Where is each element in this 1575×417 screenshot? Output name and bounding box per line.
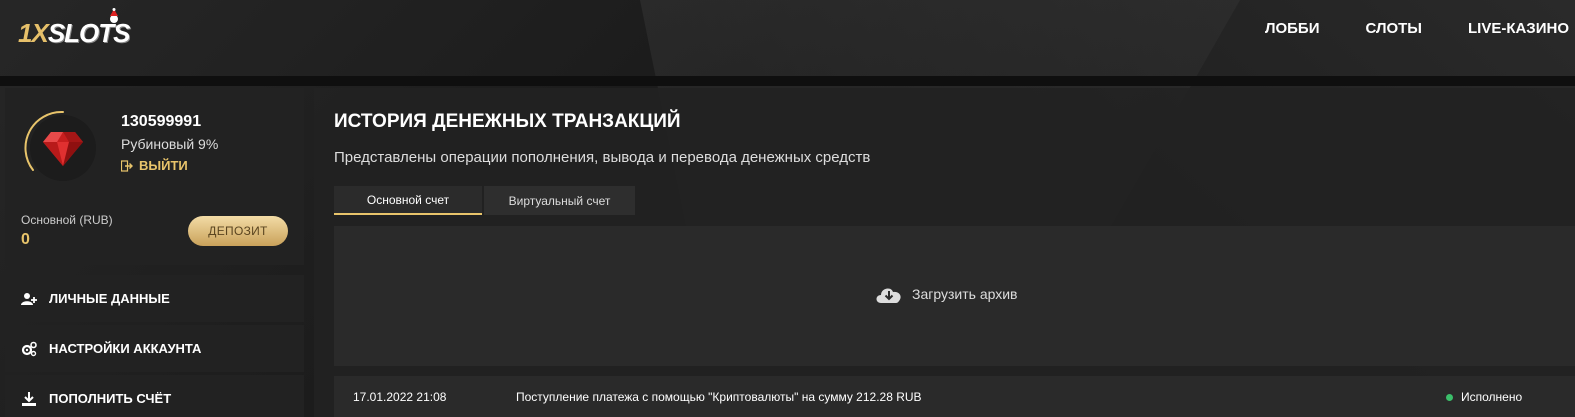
table-row[interactable]: 17.01.2022 21:08 Поступление платежа с п… bbox=[334, 376, 1575, 417]
sidebar-item-label: ПОПОЛНИТЬ СЧЁТ bbox=[49, 391, 172, 406]
logout-label: ВЫЙТИ bbox=[139, 158, 188, 173]
status-dot-icon bbox=[1446, 393, 1453, 401]
transaction-status: Исполнено bbox=[1461, 390, 1523, 404]
archive-panel: Загрузить архив bbox=[334, 226, 1575, 366]
sidebar-item-deposit[interactable]: ПОПОЛНИТЬ СЧЁТ bbox=[5, 375, 304, 417]
header-divider bbox=[0, 76, 1575, 86]
page-title: ИСТОРИЯ ДЕНЕЖНЫХ ТРАНЗАКЦИЙ bbox=[334, 111, 681, 132]
user-add-icon bbox=[21, 292, 37, 305]
sidebar-item-personal-data[interactable]: ЛИЧНЫЕ ДАННЫЕ bbox=[5, 275, 304, 322]
logo-prefix: 1X bbox=[18, 17, 49, 48]
santa-hat-icon bbox=[110, 8, 118, 23]
logout-link[interactable]: ВЫЙТИ bbox=[121, 158, 188, 173]
deposit-button[interactable]: ДЕПОЗИТ bbox=[188, 216, 288, 246]
cloud-download-icon bbox=[876, 288, 901, 303]
balance-label: Основной (RUB) bbox=[21, 213, 113, 227]
download-archive-label: Загрузить архив bbox=[912, 286, 1018, 302]
gears-icon bbox=[21, 341, 37, 356]
sidebar-item-account-settings[interactable]: НАСТРОЙКИ АККАУНТА bbox=[5, 325, 304, 372]
avatar bbox=[30, 115, 96, 181]
logo[interactable]: 1X SLOTS bbox=[18, 8, 130, 48]
top-header: 1X SLOTS ЛОББИ СЛОТЫ LIVE-КАЗИНО bbox=[0, 0, 1575, 76]
nav-lobby[interactable]: ЛОББИ bbox=[1265, 20, 1320, 37]
main-nav: ЛОББИ СЛОТЫ LIVE-КАЗИНО bbox=[1265, 0, 1569, 56]
main-panel: ИСТОРИЯ ДЕНЕЖНЫХ ТРАНЗАКЦИЙ Представлены… bbox=[314, 88, 1575, 417]
profile-card: 130599991 Рубиновый 9% ВЫЙТИ Основной (R… bbox=[5, 88, 304, 265]
sidebar-item-label: ЛИЧНЫЕ ДАННЫЕ bbox=[49, 291, 170, 306]
download-archive-button[interactable]: Загрузить архив bbox=[874, 283, 1018, 305]
tab-main-account[interactable]: Основной счет bbox=[334, 186, 482, 215]
account-tabs: Основной счет Виртуальный счет bbox=[334, 186, 635, 215]
nav-slots[interactable]: СЛОТЫ bbox=[1365, 20, 1422, 37]
transaction-date: 17.01.2022 21:08 bbox=[353, 390, 447, 404]
transaction-description: Поступление платежа с помощью "Криптовал… bbox=[516, 390, 922, 404]
status-badge: Исполнено bbox=[1446, 390, 1522, 404]
sidebar-item-label: НАСТРОЙКИ АККАУНТА bbox=[49, 341, 202, 356]
balance-value: 0 bbox=[21, 231, 30, 248]
download-icon bbox=[22, 391, 36, 406]
user-id: 130599991 bbox=[121, 113, 202, 130]
page-subtitle: Представлены операции пополнения, вывода… bbox=[334, 149, 871, 166]
nav-live-casino[interactable]: LIVE-КАЗИНО bbox=[1468, 20, 1569, 37]
tab-virtual-account[interactable]: Виртуальный счет bbox=[484, 186, 635, 215]
logout-icon bbox=[121, 159, 133, 172]
user-level: Рубиновый 9% bbox=[121, 136, 219, 152]
ruby-gem-icon bbox=[43, 132, 83, 166]
